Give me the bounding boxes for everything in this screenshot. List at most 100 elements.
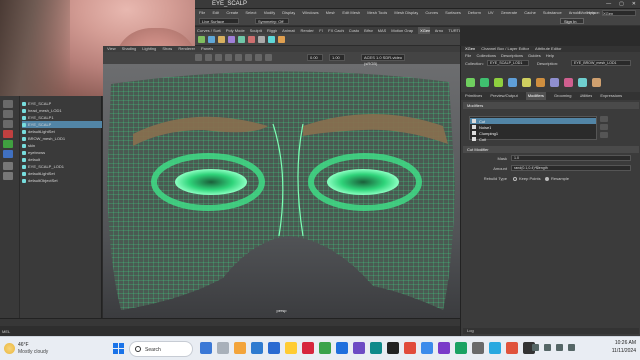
outliner-item[interactable]: EYE_SCALP1 xyxy=(22,114,102,121)
tab-rendering[interactable]: Rendering xyxy=(300,27,314,34)
tab-attribute-editor[interactable]: Attribute Editor xyxy=(535,46,561,52)
taskbar-app-icon[interactable] xyxy=(217,342,229,354)
tab-poly-modeling[interactable]: Poly Modeling xyxy=(226,27,245,34)
menu-windows[interactable]: Windows xyxy=(302,9,318,16)
xgen-menu-help[interactable]: Help xyxy=(546,53,554,59)
xgen-coil-icon[interactable] xyxy=(278,36,285,43)
exposure-field[interactable]: 0.00 xyxy=(307,54,323,61)
isolate-icon[interactable] xyxy=(255,54,262,61)
tab-rigging[interactable]: Rigging xyxy=(267,27,277,34)
live-surface-field[interactable]: Live Surface xyxy=(199,18,239,24)
modifier-item[interactable]: Coil xyxy=(470,136,596,142)
xgen-brush-icon[interactable] xyxy=(228,36,235,43)
preview-icon[interactable] xyxy=(564,78,573,87)
volume-icon[interactable] xyxy=(556,344,563,351)
tab-channel-box[interactable]: Channel Box / Layer Editor xyxy=(481,46,529,52)
mask-field[interactable]: 1.0 xyxy=(511,155,631,161)
resample-radio[interactable] xyxy=(545,177,549,181)
taskbar-app-icon[interactable] xyxy=(285,342,297,354)
time-slider[interactable] xyxy=(0,318,460,326)
menu-create[interactable]: Create xyxy=(226,9,238,16)
taskbar-app-icon[interactable] xyxy=(336,342,348,354)
menu-select[interactable]: Select xyxy=(245,9,256,16)
taskbar-app-icon[interactable] xyxy=(455,342,467,354)
menu-mesh-tools[interactable]: Mesh Tools xyxy=(367,9,387,16)
layout-four-icon[interactable] xyxy=(3,172,13,180)
xgen-menu-file[interactable]: File xyxy=(465,53,471,59)
checkbox-icon[interactable] xyxy=(472,131,476,135)
close-button[interactable]: ✕ xyxy=(632,1,636,7)
weather-widget[interactable]: 46°F Mostly cloudy xyxy=(4,341,52,357)
taskbar-app-icon[interactable] xyxy=(319,342,331,354)
subtab-preview-output[interactable]: Preview/Output xyxy=(490,92,517,100)
smooth-shade-icon[interactable] xyxy=(215,54,222,61)
outliner-item[interactable]: EYE_SCALP xyxy=(22,100,102,107)
create-description-icon[interactable] xyxy=(466,78,475,87)
outliner-item[interactable]: defaultObjectSet xyxy=(22,177,102,184)
gamma-field[interactable]: 1.00 xyxy=(329,54,345,61)
menu-generate[interactable]: Generate xyxy=(501,9,518,16)
outliner-item[interactable]: defaultLightSet xyxy=(22,128,102,135)
checkbox-icon[interactable] xyxy=(472,125,476,129)
select-guide-icon[interactable] xyxy=(522,78,531,87)
xray-icon[interactable] xyxy=(265,54,272,61)
xgen-create-icon[interactable] xyxy=(198,36,205,43)
description-select[interactable]: EYE_BROW_mesh_LOD1 xyxy=(571,60,631,66)
amount-field[interactable]: rand(0.1,0.4)*$length xyxy=(511,165,631,171)
taskbar-app-icon[interactable] xyxy=(200,342,212,354)
menu-mesh-display[interactable]: Mesh Display xyxy=(394,9,418,16)
outliner-item[interactable]: default xyxy=(22,156,102,163)
scale-tool-icon[interactable] xyxy=(3,150,13,158)
tab-motion-graphics[interactable]: Motion Graphics xyxy=(391,27,413,34)
paint-tool-icon[interactable] xyxy=(3,120,13,128)
taskbar-app-icon[interactable] xyxy=(472,342,484,354)
xgen-groom-icon[interactable] xyxy=(218,36,225,43)
tab-mash[interactable]: MASH xyxy=(378,27,387,34)
taskbar-app-icon[interactable] xyxy=(268,342,280,354)
tab-curves-surfaces[interactable]: Curves / Surfaces xyxy=(197,27,221,34)
wireframe-icon[interactable] xyxy=(205,54,212,61)
outliner-item[interactable]: head_mesh_LOD1 xyxy=(22,107,102,114)
taskbar-app-icon[interactable] xyxy=(370,342,382,354)
menu-display[interactable]: Display xyxy=(282,9,295,16)
camera-icon[interactable] xyxy=(195,54,202,61)
taskbar-app-icon[interactable] xyxy=(489,342,501,354)
sculpt-guide-icon[interactable] xyxy=(508,78,517,87)
tab-xgen-editor[interactable]: XGen xyxy=(465,46,475,52)
taskbar-app-icon[interactable] xyxy=(234,342,246,354)
menu-curves[interactable]: Curves xyxy=(425,9,438,16)
keep-points-radio[interactable] xyxy=(513,177,517,181)
taskbar-app-icon[interactable] xyxy=(387,342,399,354)
chevron-up-icon[interactable] xyxy=(532,344,539,351)
taskbar-app-icon[interactable] xyxy=(438,342,450,354)
lasso-tool-icon[interactable] xyxy=(3,110,13,118)
outliner-item[interactable]: BROW_mesh_LOD1 xyxy=(22,135,102,142)
xgen-cut-icon[interactable] xyxy=(248,36,255,43)
menu-modify[interactable]: Modify xyxy=(264,9,276,16)
menu-uv[interactable]: UV xyxy=(488,9,494,16)
taskbar-app-icon[interactable] xyxy=(353,342,365,354)
tab-sculpting[interactable]: Sculpting xyxy=(250,27,262,34)
lights-icon[interactable] xyxy=(235,54,242,61)
collection-select[interactable]: EYE_SCALP_LOD1 xyxy=(487,60,529,66)
subtab-grooming[interactable]: Grooming xyxy=(554,92,572,100)
refresh-icon[interactable] xyxy=(578,78,587,87)
bend-guide-icon[interactable] xyxy=(536,78,545,87)
xgen-menu-guides[interactable]: Guides xyxy=(528,53,541,59)
sign-in-button[interactable]: Sign In xyxy=(560,18,584,24)
taskbar-app-icon[interactable] xyxy=(302,342,314,354)
subtab-primitives[interactable]: Primitives xyxy=(465,92,482,100)
menu-edit[interactable]: Edit xyxy=(212,9,219,16)
battery-icon[interactable] xyxy=(568,344,575,351)
textured-icon[interactable] xyxy=(225,54,232,61)
menu-mesh[interactable]: Mesh xyxy=(326,9,336,16)
layout-single-icon[interactable] xyxy=(3,162,13,170)
xgen-menu-collections[interactable]: Collections xyxy=(476,53,496,59)
taskbar-app-icon[interactable] xyxy=(251,342,263,354)
tab-turtle[interactable]: TURTLE xyxy=(448,27,460,34)
clear-preview-icon[interactable] xyxy=(592,78,601,87)
tab-fx[interactable]: FX xyxy=(319,27,323,34)
tab-arnold[interactable]: Arnold xyxy=(435,27,444,34)
menu-edit-mesh[interactable]: Edit Mesh xyxy=(342,9,360,16)
minimize-button[interactable]: — xyxy=(606,1,611,7)
